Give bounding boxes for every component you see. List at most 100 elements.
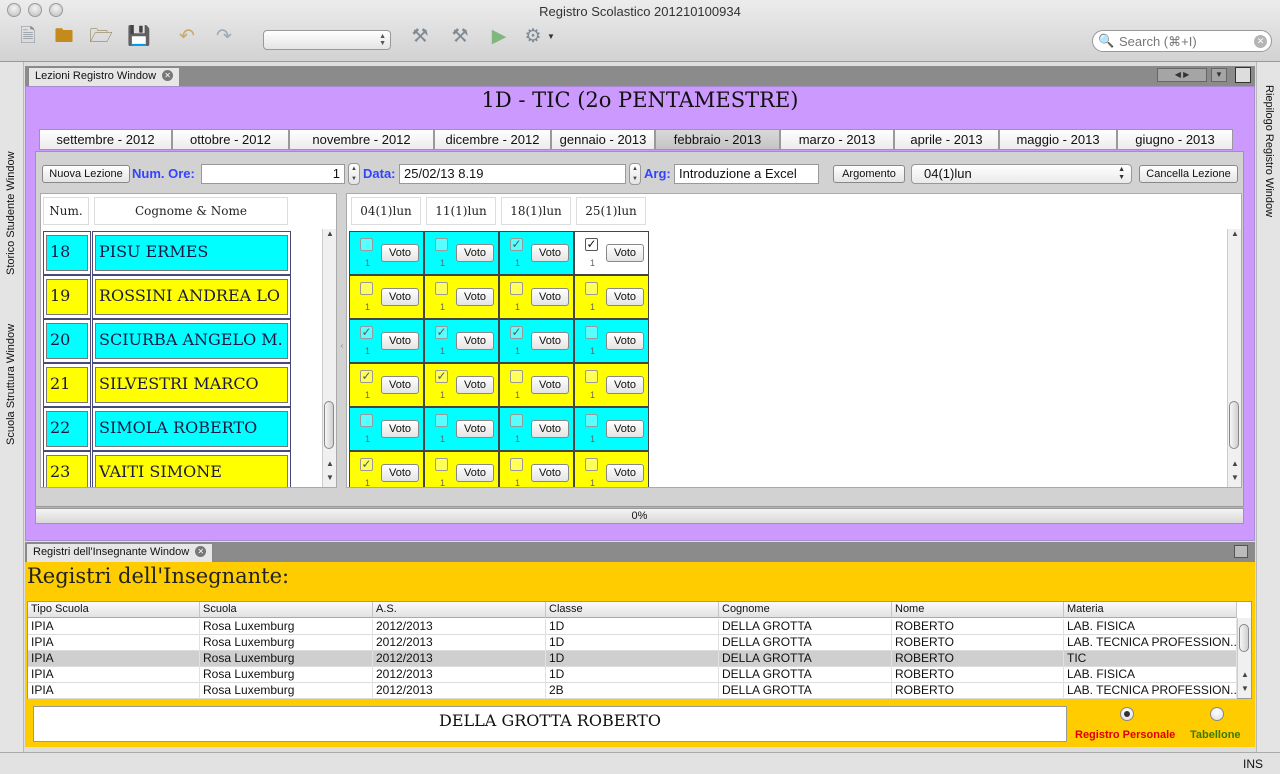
- scroll-down-icon[interactable]: ▼: [323, 473, 337, 482]
- vote-button[interactable]: Voto: [606, 420, 644, 438]
- debug-dropdown-icon[interactable]: ▼: [547, 32, 555, 41]
- presence-checkbox[interactable]: [510, 458, 523, 471]
- student-name[interactable]: SCIURBA ANGELO M.: [95, 323, 288, 359]
- presence-checkbox[interactable]: [435, 458, 448, 471]
- registers-scroll-down-icon[interactable]: ▼: [1238, 684, 1252, 693]
- vote-button[interactable]: Voto: [606, 244, 644, 262]
- presence-checkbox[interactable]: ✓: [510, 326, 523, 339]
- presence-checkbox[interactable]: ✓: [585, 238, 598, 251]
- month-tab[interactable]: dicembre - 2012: [434, 129, 551, 150]
- storico-studente-tab[interactable]: Storico Studente Window: [5, 151, 17, 275]
- student-name[interactable]: ROSSINI ANDREA LO: [95, 279, 288, 315]
- presence-checkbox[interactable]: [435, 414, 448, 427]
- student-name[interactable]: SILVESTRI MARCO: [95, 367, 288, 403]
- tab-registri-insegnante[interactable]: Registri dell'Insegnante Window ✕: [26, 543, 214, 562]
- vote-button[interactable]: Voto: [606, 464, 644, 482]
- table-row[interactable]: IPIA Rosa Luxemburg 2012/2013 1D DELLA GROTT…: [28, 619, 1237, 635]
- redo-icon[interactable]: ↷: [212, 25, 236, 49]
- column-header[interactable]: Cognome: [719, 602, 892, 618]
- month-tab[interactable]: settembre - 2012: [39, 129, 172, 150]
- presence-checkbox[interactable]: ✓: [510, 238, 523, 251]
- search-field[interactable]: 🔍 Search (⌘+I) ✕: [1092, 30, 1272, 52]
- delete-lesson-button[interactable]: Cancella Lezione: [1139, 165, 1238, 183]
- column-header[interactable]: Materia: [1064, 602, 1237, 618]
- lesson-scroll-up-icon[interactable]: ▲: [1228, 229, 1242, 238]
- new-document-icon[interactable]: 🗎: [16, 25, 40, 49]
- vote-button[interactable]: Voto: [456, 244, 494, 262]
- registers-scrollbar[interactable]: ▲ ▼: [1237, 618, 1251, 698]
- column-header[interactable]: Tipo Scuola: [28, 602, 200, 618]
- presence-checkbox[interactable]: ✓: [360, 458, 373, 471]
- registers-scroll-thumb[interactable]: [1239, 624, 1249, 652]
- run-icon[interactable]: ▶: [487, 25, 511, 49]
- presence-checkbox[interactable]: ✓: [435, 370, 448, 383]
- vote-button[interactable]: Voto: [531, 244, 569, 262]
- column-header[interactable]: Scuola: [200, 602, 373, 618]
- month-tab[interactable]: novembre - 2012: [289, 129, 434, 150]
- presence-checkbox[interactable]: [435, 238, 448, 251]
- presence-checkbox[interactable]: [360, 282, 373, 295]
- riepilogo-registro-tab[interactable]: Riepilogo Registro Window: [1263, 85, 1275, 217]
- debug-icon[interactable]: ⚙: [521, 25, 545, 49]
- presence-checkbox[interactable]: ✓: [360, 370, 373, 383]
- vote-button[interactable]: Voto: [456, 420, 494, 438]
- undo-icon[interactable]: ↶: [175, 25, 199, 49]
- presence-checkbox[interactable]: [585, 370, 598, 383]
- scroll-thumb[interactable]: [324, 401, 334, 449]
- radio-registro-personal[interactable]: [1120, 707, 1134, 721]
- vote-button[interactable]: Voto: [381, 420, 419, 438]
- save-all-icon[interactable]: 💾: [127, 25, 151, 49]
- table-row[interactable]: IPIA Rosa Luxemburg 2012/2013 2B DELLA GROTT…: [28, 683, 1237, 699]
- presence-checkbox[interactable]: [435, 282, 448, 295]
- vote-button[interactable]: Voto: [531, 464, 569, 482]
- registers-scroll-up-icon[interactable]: ▲: [1238, 670, 1252, 679]
- open-folder-icon[interactable]: 🗁: [89, 25, 113, 49]
- hours-field[interactable]: 1: [201, 164, 345, 184]
- vote-button[interactable]: Voto: [456, 464, 494, 482]
- argomento-button[interactable]: Argomento: [833, 165, 905, 183]
- new-project-icon[interactable]: 🖿: [52, 25, 76, 49]
- tab-lezioni-registro[interactable]: Lezioni Registro Window ✕: [28, 67, 181, 86]
- vote-button[interactable]: Voto: [531, 332, 569, 350]
- date-field[interactable]: 25/02/13 8.19: [399, 164, 626, 184]
- date-stepper[interactable]: ▲ ▼: [629, 163, 641, 185]
- scroll-up-icon[interactable]: ▲: [323, 229, 337, 238]
- lesson-scrollbar[interactable]: ▲ ▲ ▼: [1227, 229, 1241, 487]
- lesson-scroll-thumb[interactable]: [1229, 401, 1239, 449]
- month-tab[interactable]: aprile - 2013: [894, 129, 999, 150]
- hours-stepper[interactable]: ▲ ▼: [348, 163, 360, 185]
- presence-checkbox[interactable]: [510, 414, 523, 427]
- month-tab[interactable]: giugno - 2013: [1117, 129, 1233, 150]
- vote-button[interactable]: Voto: [456, 332, 494, 350]
- arg-field[interactable]: Introduzione a Excel: [674, 164, 819, 184]
- split-divider[interactable]: ‹: [338, 193, 346, 488]
- table-row[interactable]: IPIA Rosa Luxemburg 2012/2013 1D DELLA GROTT…: [28, 651, 1237, 667]
- vote-button[interactable]: Voto: [531, 288, 569, 306]
- column-header[interactable]: Classe: [546, 602, 719, 618]
- vote-button[interactable]: Voto: [606, 376, 644, 394]
- scroll-up-icon-bottom[interactable]: ▲: [323, 459, 337, 468]
- presence-checkbox[interactable]: [360, 238, 373, 251]
- maximize-window-icon[interactable]: [1235, 67, 1251, 83]
- radio-tabellone[interactable]: [1210, 707, 1224, 721]
- scuola-struttura-tab[interactable]: Scuola Struttura Window: [5, 324, 17, 445]
- vote-button[interactable]: Voto: [456, 376, 494, 394]
- vote-button[interactable]: Voto: [531, 420, 569, 438]
- vote-button[interactable]: Voto: [381, 332, 419, 350]
- configuration-combo[interactable]: ▲ ▼: [263, 30, 391, 50]
- tab-scroll-arrows[interactable]: ◀ ▶: [1157, 68, 1207, 82]
- vote-button[interactable]: Voto: [531, 376, 569, 394]
- month-tab[interactable]: febbraio - 2013: [655, 129, 780, 150]
- close-teacher-tab-icon[interactable]: ✕: [195, 546, 207, 557]
- presence-checkbox[interactable]: [585, 326, 598, 339]
- student-name[interactable]: SIMOLA ROBERTO: [95, 411, 288, 447]
- lesson-select[interactable]: 04(1)lun ▲ ▼: [911, 164, 1132, 184]
- vote-button[interactable]: Voto: [381, 376, 419, 394]
- vote-button[interactable]: Voto: [381, 464, 419, 482]
- build-hammer-icon[interactable]: ⚒: [408, 25, 432, 49]
- presence-checkbox[interactable]: [585, 414, 598, 427]
- new-lesson-button[interactable]: Nuova Lezione: [42, 165, 130, 183]
- column-header[interactable]: A.S.: [373, 602, 546, 618]
- close-tab-icon[interactable]: ✕: [162, 70, 174, 81]
- vote-button[interactable]: Voto: [381, 288, 419, 306]
